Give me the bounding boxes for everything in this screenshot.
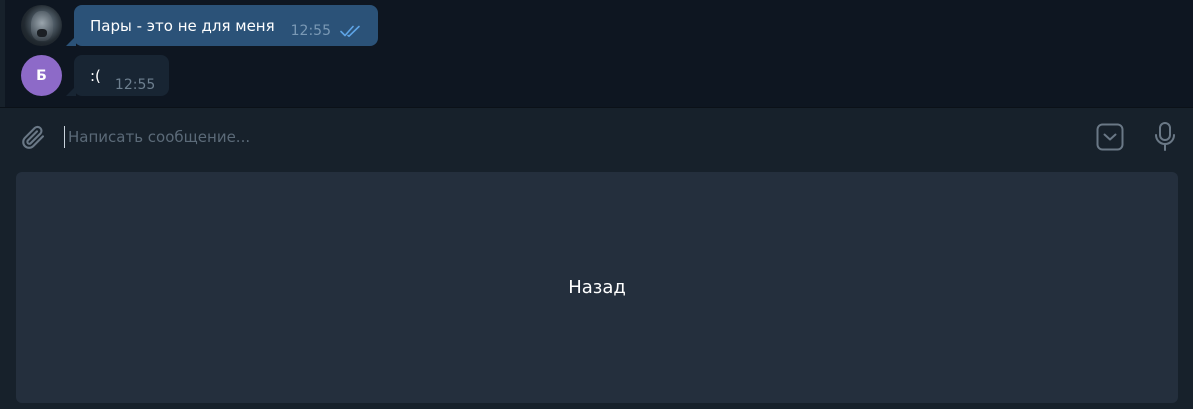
telegram-chat-window: Пары - это не для меня 12:55 Б :( 12:55 bbox=[0, 0, 1193, 409]
avatar[interactable] bbox=[21, 5, 62, 46]
message-input[interactable] bbox=[65, 128, 965, 146]
double-check-icon bbox=[340, 24, 362, 38]
message-composer bbox=[0, 107, 1193, 165]
message-time: 12:55 bbox=[290, 22, 331, 39]
back-button[interactable]: Назад bbox=[16, 172, 1178, 403]
message-input-wrapper bbox=[64, 125, 1064, 149]
message-bubble[interactable]: Пары - это не для меня 12:55 bbox=[66, 5, 378, 46]
avatar-mouth bbox=[37, 29, 47, 37]
bot-keyboard-icon[interactable] bbox=[1093, 121, 1127, 153]
message-text: :( bbox=[90, 66, 101, 85]
message-list[interactable]: Пары - это не для меня 12:55 Б :( 12:55 bbox=[0, 0, 1193, 107]
bot-reply-keyboard: Назад bbox=[0, 165, 1193, 409]
message-time: 12:55 bbox=[114, 76, 156, 93]
message-text: Пары - это не для меня bbox=[90, 16, 275, 35]
avatar[interactable]: Б bbox=[21, 55, 62, 96]
attach-icon[interactable] bbox=[18, 122, 48, 152]
message-row-outgoing: Пары - это не для меня 12:55 bbox=[0, 4, 600, 48]
bubble-tail bbox=[66, 86, 76, 96]
bubble-tail bbox=[66, 36, 76, 46]
message-row-incoming: Б :( 12:55 bbox=[0, 54, 600, 98]
message-bubble[interactable]: :( 12:55 bbox=[66, 55, 170, 96]
microphone-icon[interactable] bbox=[1148, 120, 1182, 154]
